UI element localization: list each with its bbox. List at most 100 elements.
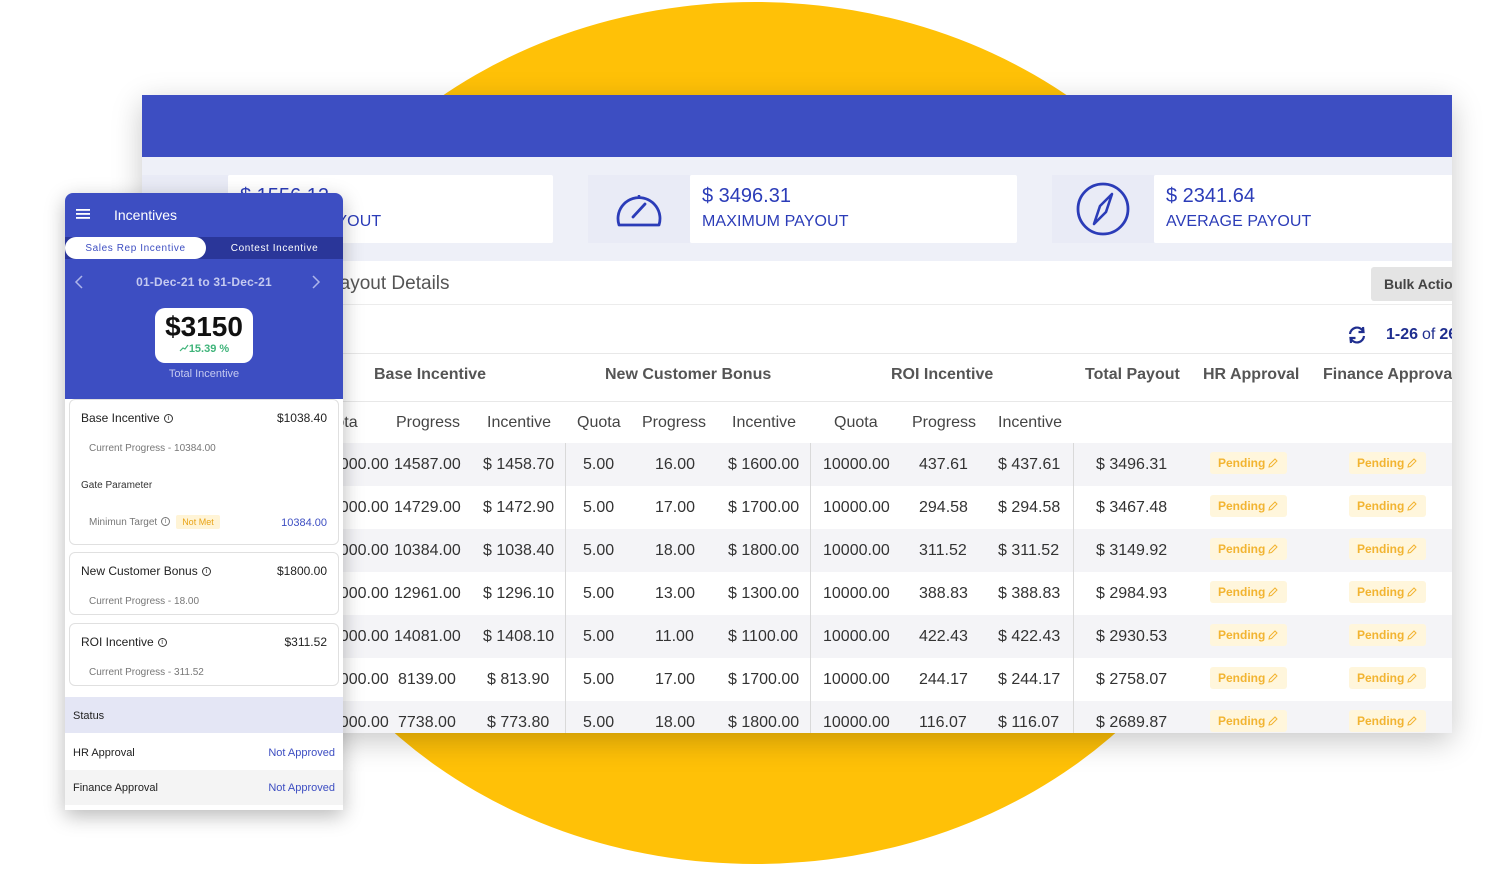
tab-contest-incentive[interactable]: Contest Incentive [206,237,343,259]
mobile-header: Incentives Sales Rep Incentive Contest I… [65,193,343,399]
edit-pencil-icon[interactable] [1267,672,1279,684]
cell-base-progress: 14081.00 [394,628,461,645]
info-icon[interactable]: i [157,638,167,647]
cell-ncb-incentive: $ 1800.00 [728,542,800,559]
gate-parameter-label: Gate Parameter [81,480,153,491]
mobile-tabs: Sales Rep Incentive Contest Incentive [65,237,343,259]
finance-status-badge[interactable]: Pending [1349,495,1427,517]
cell-base-incentive: $ 813.90 [487,671,550,688]
cell-ncb-quota: 5.00 [583,456,615,473]
edit-pencil-icon[interactable] [1267,543,1279,555]
cell-roi-progress: 422.43 [919,628,968,645]
cell-base-progress: 14729.00 [394,499,461,516]
date-range: 01-Dec-21 to 31-Dec-21 [136,275,272,289]
hr-status-badge[interactable]: Pending [1210,624,1288,646]
header-finance-approval[interactable]: Finance Approval [1323,366,1452,384]
summary-icon-box [588,175,690,243]
cell-base-incentive: $ 1472.90 [483,499,555,516]
bulk-actions-button[interactable]: Bulk Actions [1371,267,1452,301]
subheader-progress: Progress [912,414,977,431]
cell-ncb-incentive: $ 1300.00 [728,585,800,602]
change-percent: 15.39 % [155,342,253,356]
cell-roi-incentive: $ 116.07 [998,714,1060,731]
edit-pencil-icon[interactable] [1406,500,1418,512]
hr-status-badge[interactable]: Pending [1210,495,1288,517]
card-amount: $1038.40 [276,411,327,425]
column-divider [565,443,566,733]
roi-incentive-card[interactable]: ROI Incentive i $311.52 Current Progress … [69,623,339,686]
cell-base-progress: 12961.00 [394,585,461,602]
hr-approval-row: HR Approval Not Approved [65,735,343,770]
edit-pencil-icon[interactable] [1267,586,1279,598]
hr-status-badge[interactable]: Pending [1210,538,1288,560]
pagination-range: 1-26 [1386,326,1419,343]
edit-pencil-icon[interactable] [1267,715,1279,727]
cell-base-incentive: $ 1458.70 [483,456,555,473]
summary-label: AVERAGE PAYOUT [1166,213,1312,230]
new-customer-bonus-card[interactable]: New Customer Bonus i $1800.00 Current Pro… [69,552,339,615]
hamburger-menu-icon[interactable] [76,208,90,220]
edit-pencil-icon[interactable] [1267,457,1279,469]
cell-base-incentive: $ 1296.10 [483,585,555,602]
mobile-title: Incentives [114,207,178,223]
hr-status-badge[interactable]: Pending [1210,581,1288,603]
finance-approval-label: Finance Approval [73,782,158,794]
edit-pencil-icon[interactable] [1406,629,1418,641]
edit-pencil-icon[interactable] [1267,629,1279,641]
hr-status-badge[interactable]: Pending [1210,710,1288,732]
cell-roi-progress: 244.17 [919,671,968,688]
cell-total-payout: $ 3149.92 [1096,542,1168,559]
cell-roi-incentive: $ 437.61 [998,456,1061,473]
card-title: New Customer Bonus i [81,564,211,578]
cell-ncb-incentive: $ 1800.00 [728,714,800,731]
cell-ncb-progress: 18.00 [655,542,696,559]
finance-status-badge[interactable]: Pending [1349,624,1427,646]
finance-approval-value: Not Approved [268,782,335,794]
edit-pencil-icon[interactable] [1406,543,1418,555]
cell-roi-progress: 311.52 [919,542,967,559]
hr-status-badge[interactable]: Pending [1210,667,1288,689]
edit-pencil-icon[interactable] [1267,500,1279,512]
info-icon[interactable]: i [201,567,211,576]
chevron-right-icon[interactable] [311,274,321,290]
cell-roi-quota: 10000.00 [823,456,890,473]
summary-value: $ 3496.31 [702,185,791,207]
card-title: ROI Incentive i [81,635,167,649]
edit-pencil-icon[interactable] [1406,586,1418,598]
cell-ncb-progress: 11.00 [655,628,694,645]
cell-total-payout: $ 3467.48 [1096,499,1168,516]
header-new-customer-bonus[interactable]: New Customer Bonus [605,366,771,384]
finance-status-badge[interactable]: Pending [1349,581,1427,603]
summary-value: $ 2341.64 [1166,185,1255,207]
edit-pencil-icon[interactable] [1406,715,1418,727]
finance-status-badge[interactable]: Pending [1349,710,1427,732]
cell-ncb-quota: 5.00 [583,628,615,645]
tab-sales-rep-incentive[interactable]: Sales Rep Incentive [65,237,206,259]
total-incentive-box: $3150 15.39 % [155,308,253,363]
cell-base-incentive: $ 1408.10 [483,628,555,645]
hr-status-badge[interactable]: Pending [1210,452,1288,474]
refresh-icon[interactable] [1346,325,1368,345]
speedometer-icon [616,195,662,227]
subheader-progress: Progress [396,414,461,431]
finance-status-badge[interactable]: Pending [1349,538,1427,560]
info-icon[interactable]: i [163,414,173,423]
total-incentive-amount: $3150 [165,311,243,342]
current-progress: Current Progress - 10384.00 [89,443,216,454]
edit-pencil-icon[interactable] [1406,672,1418,684]
column-divider [810,443,811,733]
header-total-payout[interactable]: Total Payout [1085,366,1180,384]
compass-icon [1076,182,1130,236]
base-incentive-card[interactable]: Base Incentive i $1038.40 Current Progres… [69,399,339,545]
header-roi-incentive[interactable]: ROI Incentive [891,366,993,384]
summary-card-avg: $ 2341.64 AVERAGE PAYOUT [1154,175,1452,243]
header-base-incentive[interactable]: Base Incentive [374,366,486,384]
subheader-incentive: Incentive [732,414,797,431]
hr-approval-value: Not Approved [268,747,335,759]
header-hr-approval[interactable]: HR Approval [1203,366,1299,384]
finance-status-badge[interactable]: Pending [1349,452,1427,474]
info-icon[interactable]: i [161,517,171,526]
finance-status-badge[interactable]: Pending [1349,667,1427,689]
edit-pencil-icon[interactable] [1406,457,1418,469]
page-title: Payout Details [327,273,450,294]
